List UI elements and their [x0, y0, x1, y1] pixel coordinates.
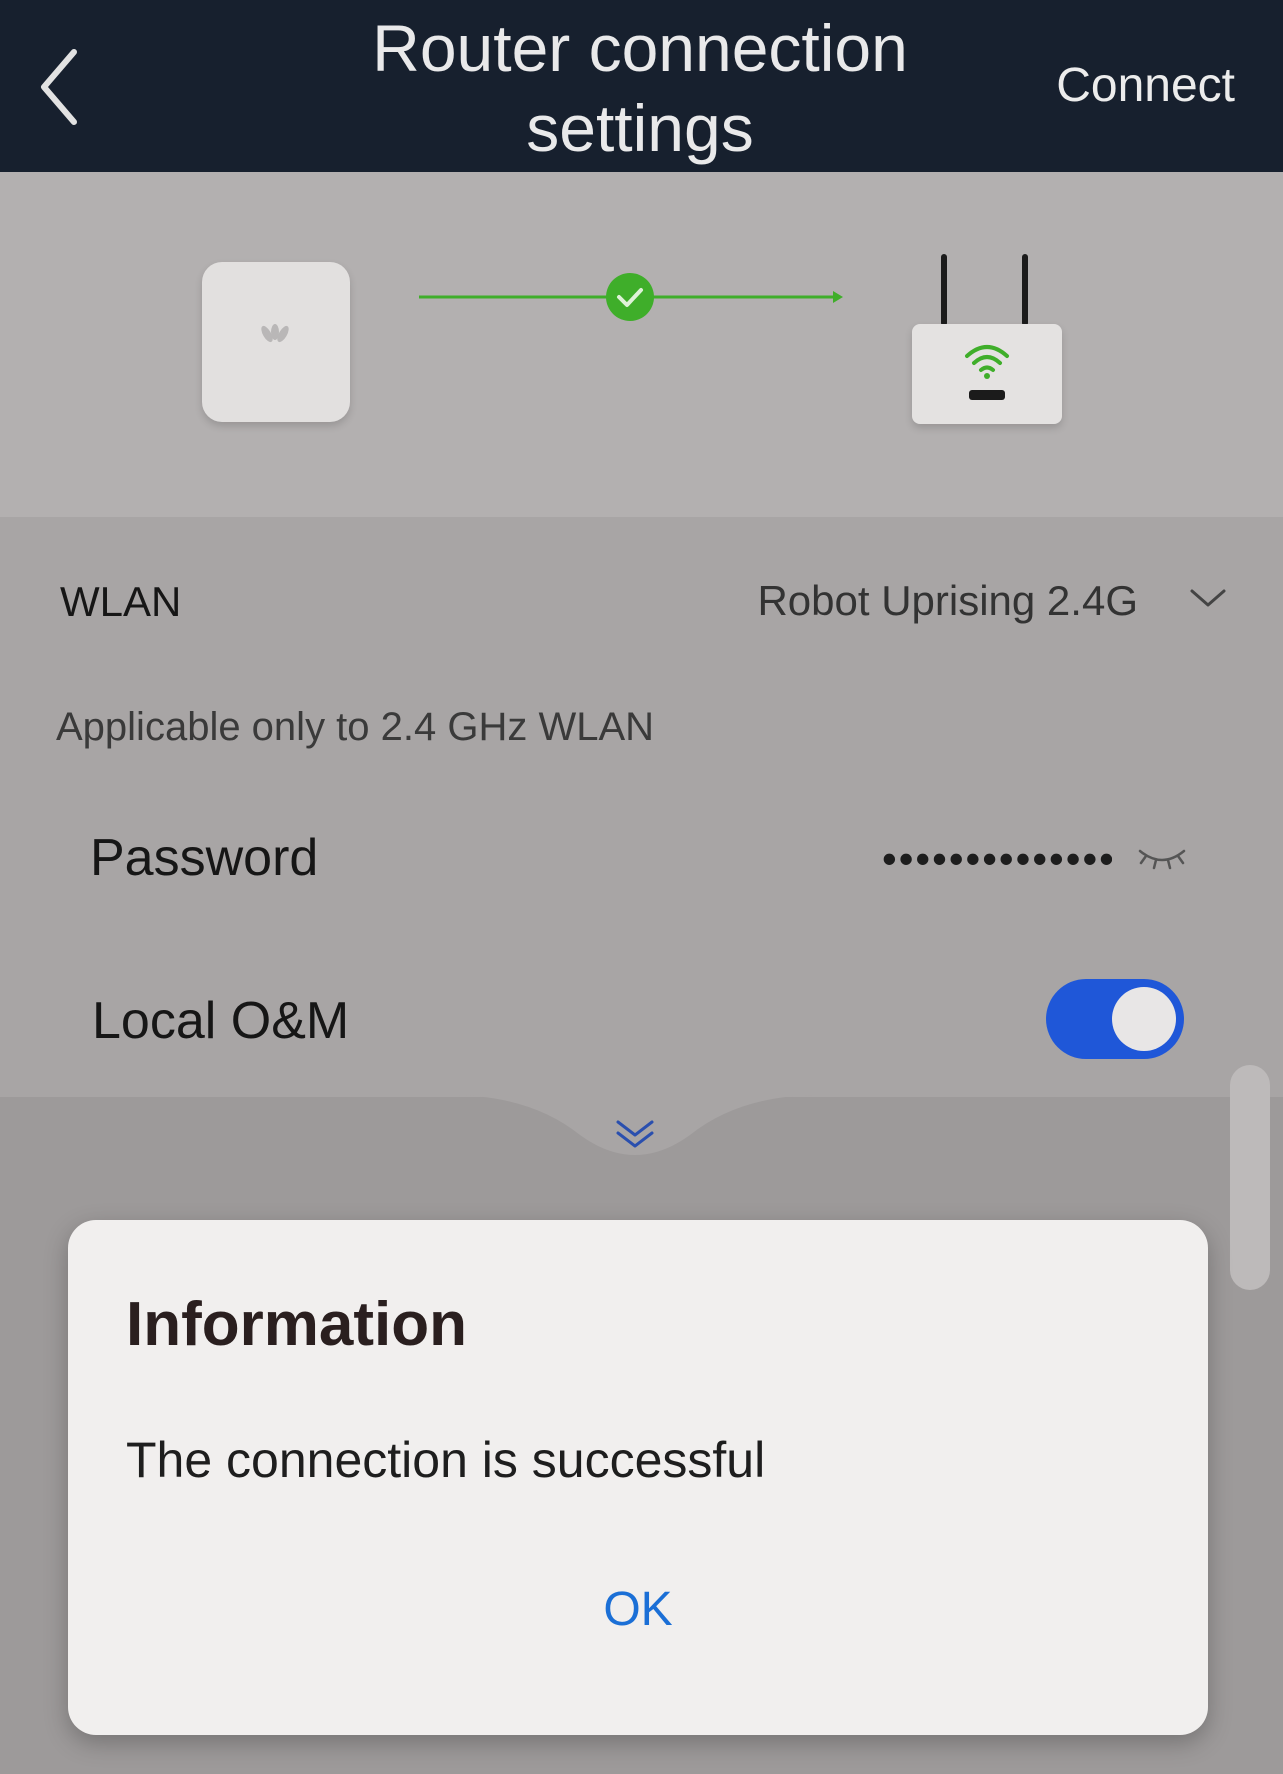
brand-logo-icon: [261, 324, 289, 343]
router-slot: [969, 390, 1005, 400]
ok-button[interactable]: OK: [68, 1580, 1208, 1640]
local-om-toggle[interactable]: [1046, 979, 1184, 1059]
dialog-message: The connection is successful: [126, 1432, 766, 1488]
router-antenna: [1022, 254, 1028, 326]
page-title: Router connection settings: [372, 11, 908, 165]
screen: Router connection settings Connect WLAN …: [0, 0, 1283, 1774]
settings-list: WLAN Robot Uprising 2.4G Applicable only…: [0, 517, 1283, 1097]
password-field[interactable]: [880, 835, 1114, 883]
dialog-title: Information: [126, 1290, 467, 1359]
router-icon: [912, 324, 1062, 424]
information-dialog: Information The connection is successful…: [68, 1220, 1208, 1735]
toggle-knob: [1112, 987, 1176, 1051]
chevron-down-icon[interactable]: [1188, 583, 1228, 613]
local-om-label: Local O&M: [92, 992, 350, 1050]
scroll-handle[interactable]: [1230, 1065, 1270, 1290]
expand-more-tab[interactable]: [450, 1095, 820, 1170]
wlan-note: Applicable only to 2.4 GHz WLAN: [56, 705, 655, 749]
connect-button[interactable]: Connect: [1056, 56, 1235, 116]
check-circle-icon: [606, 273, 654, 321]
back-chevron-icon: [41, 49, 77, 125]
connection-illustration: [0, 172, 1283, 517]
header-bar: Router connection settings Connect: [0, 0, 1283, 172]
connection-line: [419, 273, 843, 321]
router-antenna: [941, 254, 947, 326]
back-button[interactable]: [38, 42, 98, 132]
wlan-label: WLAN: [60, 578, 182, 625]
eye-closed-icon[interactable]: [1134, 839, 1190, 873]
wifi-icon: [965, 345, 1009, 379]
password-label: Password: [90, 829, 319, 887]
inverter-icon: [202, 262, 350, 422]
wlan-select[interactable]: Robot Uprising 2.4G: [757, 575, 1138, 627]
